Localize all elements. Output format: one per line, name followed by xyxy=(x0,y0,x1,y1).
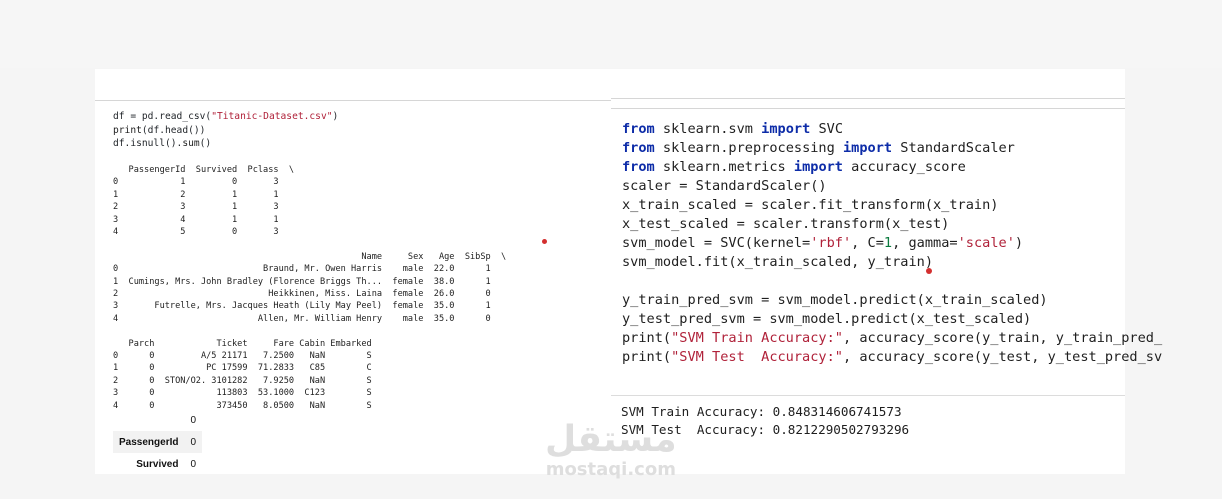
output-line: Parch Ticket Fare Cabin Embarked xyxy=(113,338,372,349)
row-label: Survived xyxy=(136,458,179,470)
dataframe-head-output: PassengerId Survived Pclass \ 0 1 0 31 2 … xyxy=(113,164,506,412)
output-line: 3 Futrelle, Mrs. Jacques Heath (Lily May… xyxy=(113,301,491,312)
table-header-blank xyxy=(113,409,184,431)
output-line: 2 3 1 3 xyxy=(113,202,279,213)
code-token: 'scale' xyxy=(957,235,1015,251)
cell-separator xyxy=(95,100,611,101)
watermark-logo: مستقل xyxy=(545,419,677,460)
code-token: , C= xyxy=(851,235,884,251)
code-line: df = pd.read_csv("Titanic-Dataset.csv") xyxy=(113,111,339,122)
code-token: , gamma= xyxy=(892,235,958,251)
code-token: , accuracy_score(y_train, y_train_pred_ xyxy=(842,330,1163,346)
code-token: , accuracy_score(y_test, y_test_pred_sv xyxy=(842,349,1163,365)
code-token: ( xyxy=(662,349,672,365)
notebook-cell-right: from sklearn.svm import SVC from sklearn.… xyxy=(611,69,1162,474)
table-row: Survived 0 xyxy=(113,453,202,475)
output-line: 1 Cumings, Mrs. John Bradley (Florence B… xyxy=(113,276,491,287)
output-line: 1 0 PC 17599 71.2833 C85 C xyxy=(113,363,372,374)
code-token: StandardScaler xyxy=(892,140,1015,156)
left-code-input[interactable]: df = pd.read_csv("Titanic-Dataset.csv")p… xyxy=(113,110,338,151)
code-line: x_train_scaled = scaler.fit_transform(x_… xyxy=(622,196,1162,215)
output-line: 0 0 A/5 21171 7.2500 NaN S xyxy=(113,351,372,362)
watermark-text: mostaqi.com xyxy=(545,459,676,480)
code-line: x_test_scaled = scaler.transform(x_test) xyxy=(622,215,1162,234)
output-line: 1 2 1 1 xyxy=(113,189,279,200)
row-value: 0 xyxy=(190,458,197,470)
code-line: scaler = StandardScaler() xyxy=(622,177,1162,196)
code-token: sklearn.preprocessing xyxy=(654,140,843,156)
row-label: PassengerId xyxy=(113,431,185,453)
code-line: print("SVM Train Accuracy:", accuracy_sc… xyxy=(622,329,1162,348)
code-line: y_test_pred_svm = svm_model.predict(x_te… xyxy=(622,310,1162,329)
cell-separator xyxy=(611,98,1125,99)
annotation-dot xyxy=(926,268,932,274)
code-token: from xyxy=(622,140,655,156)
output-line: 3 4 1 1 xyxy=(113,214,279,225)
output-line: 4 5 0 3 xyxy=(113,227,279,238)
output-line: 2 0 STON/O2. 3101282 7.9250 NaN S xyxy=(113,375,372,386)
output-line: Name Sex Age SibSp \ xyxy=(113,251,507,262)
code-token: x_test_scaled = scaler.transform(x_test) xyxy=(622,216,950,232)
code-token: 'rbf' xyxy=(810,235,852,251)
code-line: print(df.head()) xyxy=(113,124,206,136)
code-token: import xyxy=(761,121,811,137)
code-line: from sklearn.svm import SVC xyxy=(622,120,1162,139)
output-line: 4 Allen, Mr. William Henry male 35.0 0 xyxy=(113,313,491,324)
cell-separator xyxy=(611,395,1125,396)
code-token: x_train_scaled = scaler.fit_transform(x_… xyxy=(622,197,999,213)
code-token: svm_model.fit(x_train_scaled, y_train) xyxy=(622,254,933,270)
code-token: y_train_pred_svm = svm_model.predict(x_t… xyxy=(622,292,1048,308)
code-token: scaler = StandardScaler() xyxy=(622,178,827,194)
top-band xyxy=(0,0,1222,68)
code-line: svm_model = SVC(kernel='rbf', C=1, gamma… xyxy=(622,234,1162,253)
code-line: from sklearn.preprocessing import Standa… xyxy=(622,139,1162,158)
output-line: PassengerId Survived Pclass \ xyxy=(113,165,295,175)
row-value: 0 xyxy=(184,431,203,453)
output-line: 0 Braund, Mr. Owen Harris male 22.0 1 xyxy=(113,264,491,275)
code-line: from sklearn.metrics import accuracy_sco… xyxy=(622,158,1162,177)
output-line: 3 0 113803 53.1000 C123 S xyxy=(113,388,372,399)
code-line: df.isnull().sum() xyxy=(113,138,212,149)
code-token: "SVM Test Accuracy:" xyxy=(671,349,843,365)
code-token: y_test_pred_svm = svm_model.predict(x_te… xyxy=(622,311,1032,327)
code-token: import xyxy=(843,140,893,156)
code-token: print xyxy=(622,330,663,346)
code-token: sklearn.metrics xyxy=(654,159,794,175)
code-token: SVC xyxy=(810,121,844,137)
table-header: 0 xyxy=(190,414,197,426)
annotation-dot xyxy=(542,239,547,244)
code-token: 1 xyxy=(883,235,893,251)
svm-code-input[interactable]: from sklearn.svm import SVC from sklearn.… xyxy=(622,120,1162,367)
cell-separator xyxy=(611,108,1125,109)
code-token: ) xyxy=(1014,235,1024,251)
output-line: 2 Heikkinen, Miss. Laina female 26.0 0 xyxy=(113,289,491,300)
code-token: print xyxy=(622,349,663,365)
code-token: sklearn.svm xyxy=(654,121,762,137)
code-line: print("SVM Test Accuracy:", accuracy_sco… xyxy=(622,348,1162,367)
output-line: 0 1 0 3 xyxy=(113,177,279,188)
code-token: from xyxy=(622,121,655,137)
code-token: import xyxy=(793,159,843,175)
code-token: svm_model = SVC(kernel= xyxy=(622,235,811,251)
code-token: "SVM Train Accuracy:" xyxy=(671,330,843,346)
notebook-cell-left: df = pd.read_csv("Titanic-Dataset.csv")p… xyxy=(95,69,611,474)
watermark: مستقل mostaqi.com xyxy=(545,420,677,480)
code-token: ( xyxy=(662,330,672,346)
code-line: svm_model.fit(x_train_scaled, y_train) xyxy=(622,253,1162,272)
code-token: accuracy_score xyxy=(843,159,966,175)
code-line: y_train_pred_svm = svm_model.predict(x_t… xyxy=(622,291,1162,310)
code-token: from xyxy=(622,159,655,175)
isnull-sum-table: 0 PassengerId 0 Survived 0 xyxy=(113,409,203,475)
table-row: PassengerId 0 xyxy=(113,431,203,453)
